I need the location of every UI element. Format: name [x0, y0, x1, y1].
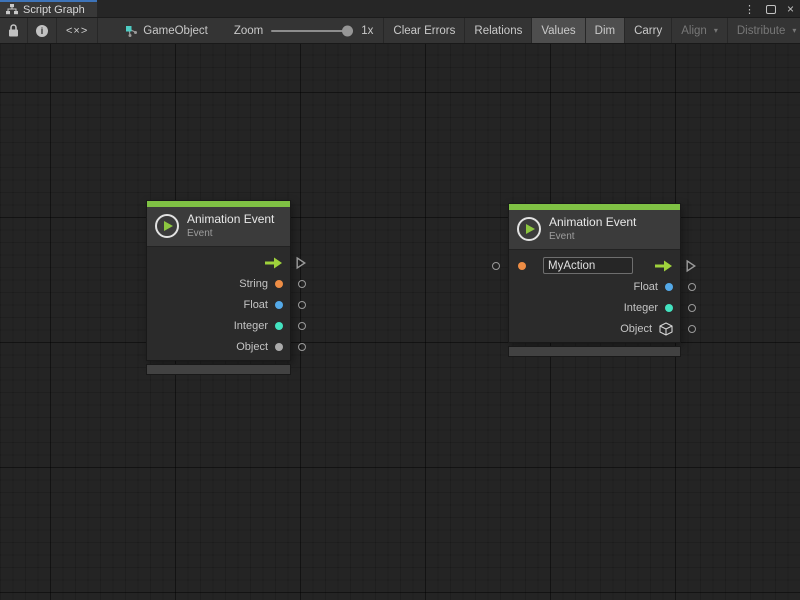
node-header[interactable]: Animation Event Event	[147, 207, 290, 247]
maximize-icon[interactable]	[766, 5, 776, 14]
relations-button[interactable]: Relations	[465, 18, 532, 43]
window-menu-icon[interactable]: ⋮	[744, 3, 755, 16]
window-controls: ⋮ ×	[744, 0, 794, 18]
action-name-field[interactable]	[543, 257, 633, 274]
control-output-row	[147, 252, 290, 273]
action-name-row	[509, 255, 680, 276]
float-type-dot	[275, 301, 283, 309]
values-button[interactable]: Values	[532, 18, 585, 43]
integer-type-dot	[275, 322, 283, 330]
output-row-float: Float	[509, 276, 680, 297]
gameobject-button[interactable]: GameObject	[116, 18, 224, 43]
zoom-slider-thumb[interactable]	[342, 25, 353, 36]
output-row-integer: Integer	[509, 297, 680, 318]
output-row-object: Object	[147, 336, 290, 357]
zoom-value: 1x	[361, 25, 373, 37]
port-label: Integer	[624, 302, 658, 314]
node-title: Animation Event	[187, 213, 274, 226]
gameobject-label: GameObject	[143, 25, 208, 37]
port-label: Float	[634, 281, 658, 293]
zoom-slider[interactable]	[271, 30, 353, 32]
align-button[interactable]: Align ▾	[672, 18, 728, 43]
graph-toolbar: i <×> GameObject Zoom 1x Clear Errors Re…	[0, 18, 800, 44]
zoom-label: Zoom	[234, 25, 263, 37]
float-output-port[interactable]	[688, 283, 696, 291]
dim-button[interactable]: Dim	[586, 18, 625, 43]
dim-label: Dim	[595, 25, 615, 37]
graph-canvas[interactable]: Animation Event Event String	[0, 44, 800, 600]
integer-type-dot	[665, 304, 673, 312]
code-icon: <×>	[66, 25, 88, 37]
node-animation-event-2[interactable]: Animation Event Event	[508, 203, 681, 357]
string-output-port[interactable]	[298, 280, 306, 288]
node-subtitle: Event	[187, 228, 274, 239]
graph-hierarchy-icon	[6, 4, 18, 15]
control-flow-arrow-icon	[263, 257, 283, 269]
integer-output-port[interactable]	[688, 304, 696, 312]
tab-label: Script Graph	[23, 4, 85, 16]
port-label: Object	[236, 341, 268, 353]
object-type-dot	[275, 343, 283, 351]
object-output-port[interactable]	[298, 343, 306, 351]
port-label: Object	[620, 323, 652, 335]
align-label: Align	[681, 25, 707, 37]
distribute-label: Distribute	[737, 25, 786, 37]
lock-icon	[8, 24, 19, 37]
node-footer	[146, 364, 291, 375]
node-animation-event-1[interactable]: Animation Event Event String	[146, 200, 291, 375]
relations-label: Relations	[474, 25, 522, 37]
tab-script-graph[interactable]: Script Graph	[0, 0, 97, 17]
string-type-dot	[518, 262, 526, 270]
output-row-integer: Integer	[147, 315, 290, 336]
carry-button[interactable]: Carry	[625, 18, 672, 43]
lock-button[interactable]	[0, 18, 28, 43]
output-row-string: String	[147, 273, 290, 294]
cube-icon	[659, 322, 673, 336]
distribute-button[interactable]: Distribute ▾	[728, 18, 800, 43]
inspect-button[interactable]: i	[28, 18, 57, 43]
integer-output-port[interactable]	[298, 322, 306, 330]
code-preview-button[interactable]: <×>	[57, 18, 98, 43]
close-icon[interactable]: ×	[787, 4, 794, 14]
node-footer	[508, 346, 681, 357]
float-type-dot	[665, 283, 673, 291]
port-label: String	[239, 278, 268, 290]
values-label: Values	[541, 25, 575, 37]
zoom-control: Zoom 1x	[224, 18, 385, 43]
output-row-float: Float	[147, 294, 290, 315]
node-body: Float Integer Object	[509, 250, 680, 342]
node-title: Animation Event	[549, 216, 636, 229]
node-body: String Float Integer Object	[147, 247, 290, 360]
action-name-input-port[interactable]	[492, 262, 500, 270]
event-play-icon	[155, 214, 179, 238]
control-flow-arrow-icon	[653, 260, 673, 272]
port-label: Integer	[234, 320, 268, 332]
output-row-object: Object	[509, 318, 680, 339]
script-graph-node-icon	[125, 25, 138, 37]
port-label: Float	[244, 299, 268, 311]
control-output-port[interactable]	[686, 259, 696, 272]
chevron-down-icon: ▾	[792, 26, 796, 35]
node-subtitle: Event	[549, 231, 636, 242]
event-play-icon	[517, 217, 541, 241]
object-output-port[interactable]	[688, 325, 696, 333]
clear-errors-button[interactable]: Clear Errors	[384, 18, 465, 43]
control-output-port[interactable]	[296, 256, 306, 269]
info-icon: i	[36, 25, 48, 37]
toolbar-spacer	[98, 18, 116, 43]
carry-label: Carry	[634, 25, 662, 37]
window-tab-bar: Script Graph ⋮ ×	[0, 0, 800, 18]
float-output-port[interactable]	[298, 301, 306, 309]
string-type-dot	[275, 280, 283, 288]
chevron-down-icon: ▾	[714, 26, 718, 35]
clear-errors-label: Clear Errors	[393, 25, 455, 37]
node-header[interactable]: Animation Event Event	[509, 210, 680, 250]
